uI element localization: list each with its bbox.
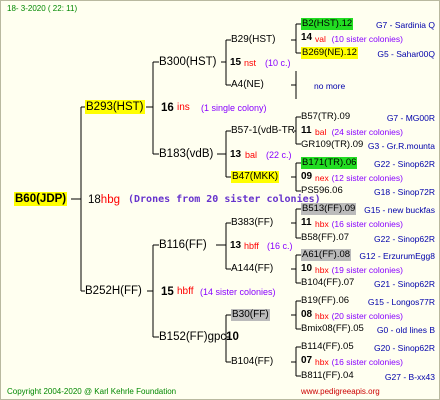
grandparent-1-gen: 15 [230,57,242,68]
root-gen-number: 18 [88,194,101,206]
leaf-loc-17: hbx [315,311,329,321]
leaf-loc-14: hbx [315,265,329,275]
ggp-6: A144(FF) [231,263,274,274]
ggp-1: B29(HST) [231,34,276,45]
leaf-desc-7: G22 - Sinop62R [374,159,435,169]
leaf-name-10: B513(FF).09 [301,203,357,215]
parent-drone-colony: B252H(FF) [85,285,142,297]
leaf-name-13: A61(FF).08 [301,249,352,261]
root-location: hbg [100,194,120,206]
leaf-note-11: (16 sister colonies) [331,219,403,229]
ggp-2-note: no more [314,81,346,91]
leaf-desc-6: G3 - Gr.R.mounta [367,141,435,151]
grandparent-2-gen: 13 [230,149,242,160]
leaf-name-1: B2(HST).12 [301,18,354,30]
leaf-desc-1: G7 - Sardinia Q [375,20,435,30]
leaf-desc-12: G22 - Sinop62R [374,234,435,244]
grandparent-3-gen: 13 [230,240,242,251]
leaf-desc-4: G7 - MG00R [386,113,435,123]
leaf-gen-20: 07 [301,355,313,366]
leaf-note-20: (16 sister colonies) [331,357,403,367]
leaf-loc-11: hbx [315,219,329,229]
leaf-loc-5: bal [315,127,327,137]
leaf-name-16: B19(FF).06 [301,295,350,306]
leaf-name-12: B58(FF).07 [301,232,350,243]
leaf-gen-8: 09 [301,171,313,182]
leaf-gen-2: 14 [301,32,313,43]
grandparent-2: B183(vdB) [159,148,214,160]
ggp-4: B47(MKK) [231,171,280,183]
leaf-desc-21: G27 - B-xx43 [384,372,435,382]
grandparent-4-gen: 10 [226,331,239,343]
grandparent-4: B152(FF)gpc10 [159,330,239,344]
leaf-gen-5: 11 [301,125,312,136]
leaf-name-21: B811(FF).04 [301,370,354,381]
leaf-name-6: GR109(TR).09 [301,139,364,150]
parent-queen: B293(HST) [85,100,145,114]
leaf-desc-19: G20 - Sinop62R [374,343,435,353]
root-bee: B60(JDP) [14,192,68,206]
leaf-name-18: Bmix08(FF).05 [301,323,364,334]
parent-queen-gen: 16 [161,102,174,114]
grandparent-3-loc: hbff [244,241,259,251]
leaf-desc-16: G15 - Longos77R [367,297,435,307]
grandparent-2-note: (22 c.) [266,150,292,160]
leaf-name-9: PS596.06 [301,185,343,196]
leaf-note-17: (20 sister colonies) [331,311,403,321]
grandparent-3: B116(FF) [159,239,207,251]
leaf-gen-11: 11 [301,217,312,228]
ggp-5: B383(FF) [231,217,274,228]
root-gen: 18hbg [88,193,120,207]
leaf-gen-17: 08 [301,309,313,320]
date-stamp: 18- 3-2020 ( 22: 11) [7,4,78,13]
grandparent-2-loc: bal [245,150,258,160]
parent-drone-note: (14 sister colonies) [200,287,276,297]
grandparent-4-name: B152(FF)gpc [159,331,227,343]
parent-drone-gen: 15 [161,286,174,298]
leaf-loc-2: val [315,34,326,44]
leaf-desc-15: G21 - Sinop62R [374,279,435,289]
grandparent-1-loc: nst [244,58,257,68]
ggp-7: B30(FF) [231,309,270,321]
leaf-gen-14: 10 [301,263,313,274]
leaf-desc-9: G18 - Sinop72R [374,187,435,197]
ggp-2: A4(NE) [231,79,264,90]
leaf-desc-3: G5 - Sahar00Q [377,49,435,59]
leaf-note-2: (10 sister colonies) [331,34,403,44]
leaf-desc-18: G0 - old lines B [376,325,435,335]
grandparent-1: B300(HST) [159,56,217,68]
leaf-note-5: (24 sister colonies) [331,127,403,137]
leaf-name-4: B57(TR).09 [301,111,351,122]
grandparent-1-note: (10 c.) [265,58,291,68]
leaf-name-7: B171(TR).06 [301,157,358,169]
leaf-name-19: B114(FF).05 [301,341,354,352]
parent-queen-loc: ins [177,102,190,113]
parent-drone-loc: hbff [177,286,194,297]
root-drone-note: (Drones from 20 sister colonies) [128,194,321,205]
parent-queen-note: (1 single colony) [201,103,267,113]
grandparent-3-note: (16 c.) [267,241,293,251]
leaf-note-14: (19 sister colonies) [331,265,403,275]
leaf-desc-10: G15 - new buckfas [364,205,435,215]
leaf-note-8: (12 sister colonies) [331,173,403,183]
ggp-8: B104(FF) [231,356,274,367]
site-link: www.pedigreeapis.org [301,387,380,396]
leaf-loc-20: hbx [315,357,329,367]
leaf-name-15: B104(FF).07 [301,277,355,288]
leaf-desc-13: G12 - ErzurumEgg8 [359,251,435,261]
pedigree-chart: 18- 3-2020 ( 22: 11) B60(JDP) 18hbg (Dro… [0,0,440,400]
copyright: Copyright 2004-2020 @ Karl Kehrle Founda… [7,387,177,396]
leaf-name-3: B269(NE).12 [301,47,358,59]
ggp-3: B57-1(vdB-TR [231,125,295,136]
leaf-loc-8: nex [315,173,329,183]
